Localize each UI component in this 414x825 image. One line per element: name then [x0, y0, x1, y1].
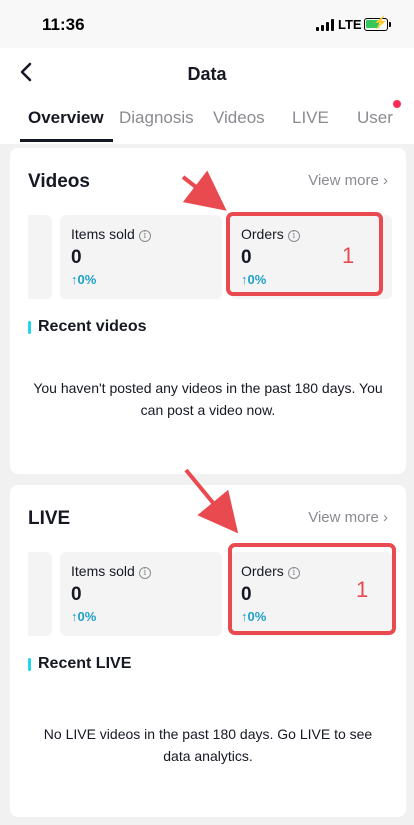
metric-value: 0	[71, 584, 82, 605]
status-bar: 11:36 LTE ⚡	[0, 0, 414, 48]
metric-label: Items sold	[71, 226, 135, 242]
metric-value: 0	[71, 247, 82, 268]
videos-card-title: Videos	[28, 171, 90, 192]
tab-live[interactable]: LIVE	[292, 108, 329, 128]
annotation-number: 1	[356, 577, 369, 602]
signal-icon	[316, 19, 334, 31]
header: Data Overview Diagnosis Videos LIVE User	[0, 48, 414, 144]
tab-user[interactable]: User	[357, 108, 393, 128]
metric-change: ↑0%	[71, 272, 97, 287]
tab-diagnosis[interactable]: Diagnosis	[119, 108, 194, 128]
live-card-title: LIVE	[28, 508, 71, 529]
videos-empty-message: You haven't posted any videos in the pas…	[33, 380, 383, 418]
info-icon[interactable]: i	[138, 567, 151, 579]
live-card: LIVE View more › Items sold i 0 ↑0% Order…	[10, 485, 406, 817]
metric-label: Items sold	[71, 563, 135, 579]
chevron-right-icon: ›	[383, 172, 388, 189]
tab-bar: Overview Diagnosis Videos LIVE User	[0, 104, 414, 144]
status-time: 11:36	[42, 15, 85, 34]
videos-card: Videos View more › Items sold i 0 ↑0% Ord…	[10, 148, 406, 474]
tab-active-indicator	[20, 139, 113, 142]
page-title: Data	[187, 64, 227, 84]
tab-videos[interactable]: Videos	[213, 108, 265, 128]
notification-dot	[393, 100, 401, 108]
metric-change: ↑0%	[71, 609, 97, 624]
recent-videos-heading: Recent videos	[28, 318, 146, 336]
tab-overview[interactable]: Overview	[28, 108, 104, 128]
battery-icon: ⚡	[364, 15, 391, 31]
annotation-highlight-box	[228, 543, 396, 635]
info-icon[interactable]: i	[138, 230, 151, 242]
network-label: LTE	[338, 17, 362, 32]
annotation-number: 1	[342, 243, 355, 268]
metric-card-partial[interactable]	[28, 215, 52, 299]
recent-live-heading: Recent LIVE	[28, 655, 131, 673]
videos-items-sold-card[interactable]: Items sold i 0 ↑0%	[60, 215, 222, 299]
live-empty-message: No LIVE videos in the past 180 days. Go …	[43, 726, 373, 764]
live-view-more-link[interactable]: View more ›	[308, 509, 388, 526]
videos-view-more-link[interactable]: View more ›	[308, 172, 388, 189]
metric-card-partial[interactable]	[28, 552, 52, 636]
annotation-highlight-box	[226, 212, 383, 296]
live-items-sold-card[interactable]: Items sold i 0 ↑0%	[60, 552, 222, 636]
chevron-right-icon: ›	[383, 509, 388, 526]
